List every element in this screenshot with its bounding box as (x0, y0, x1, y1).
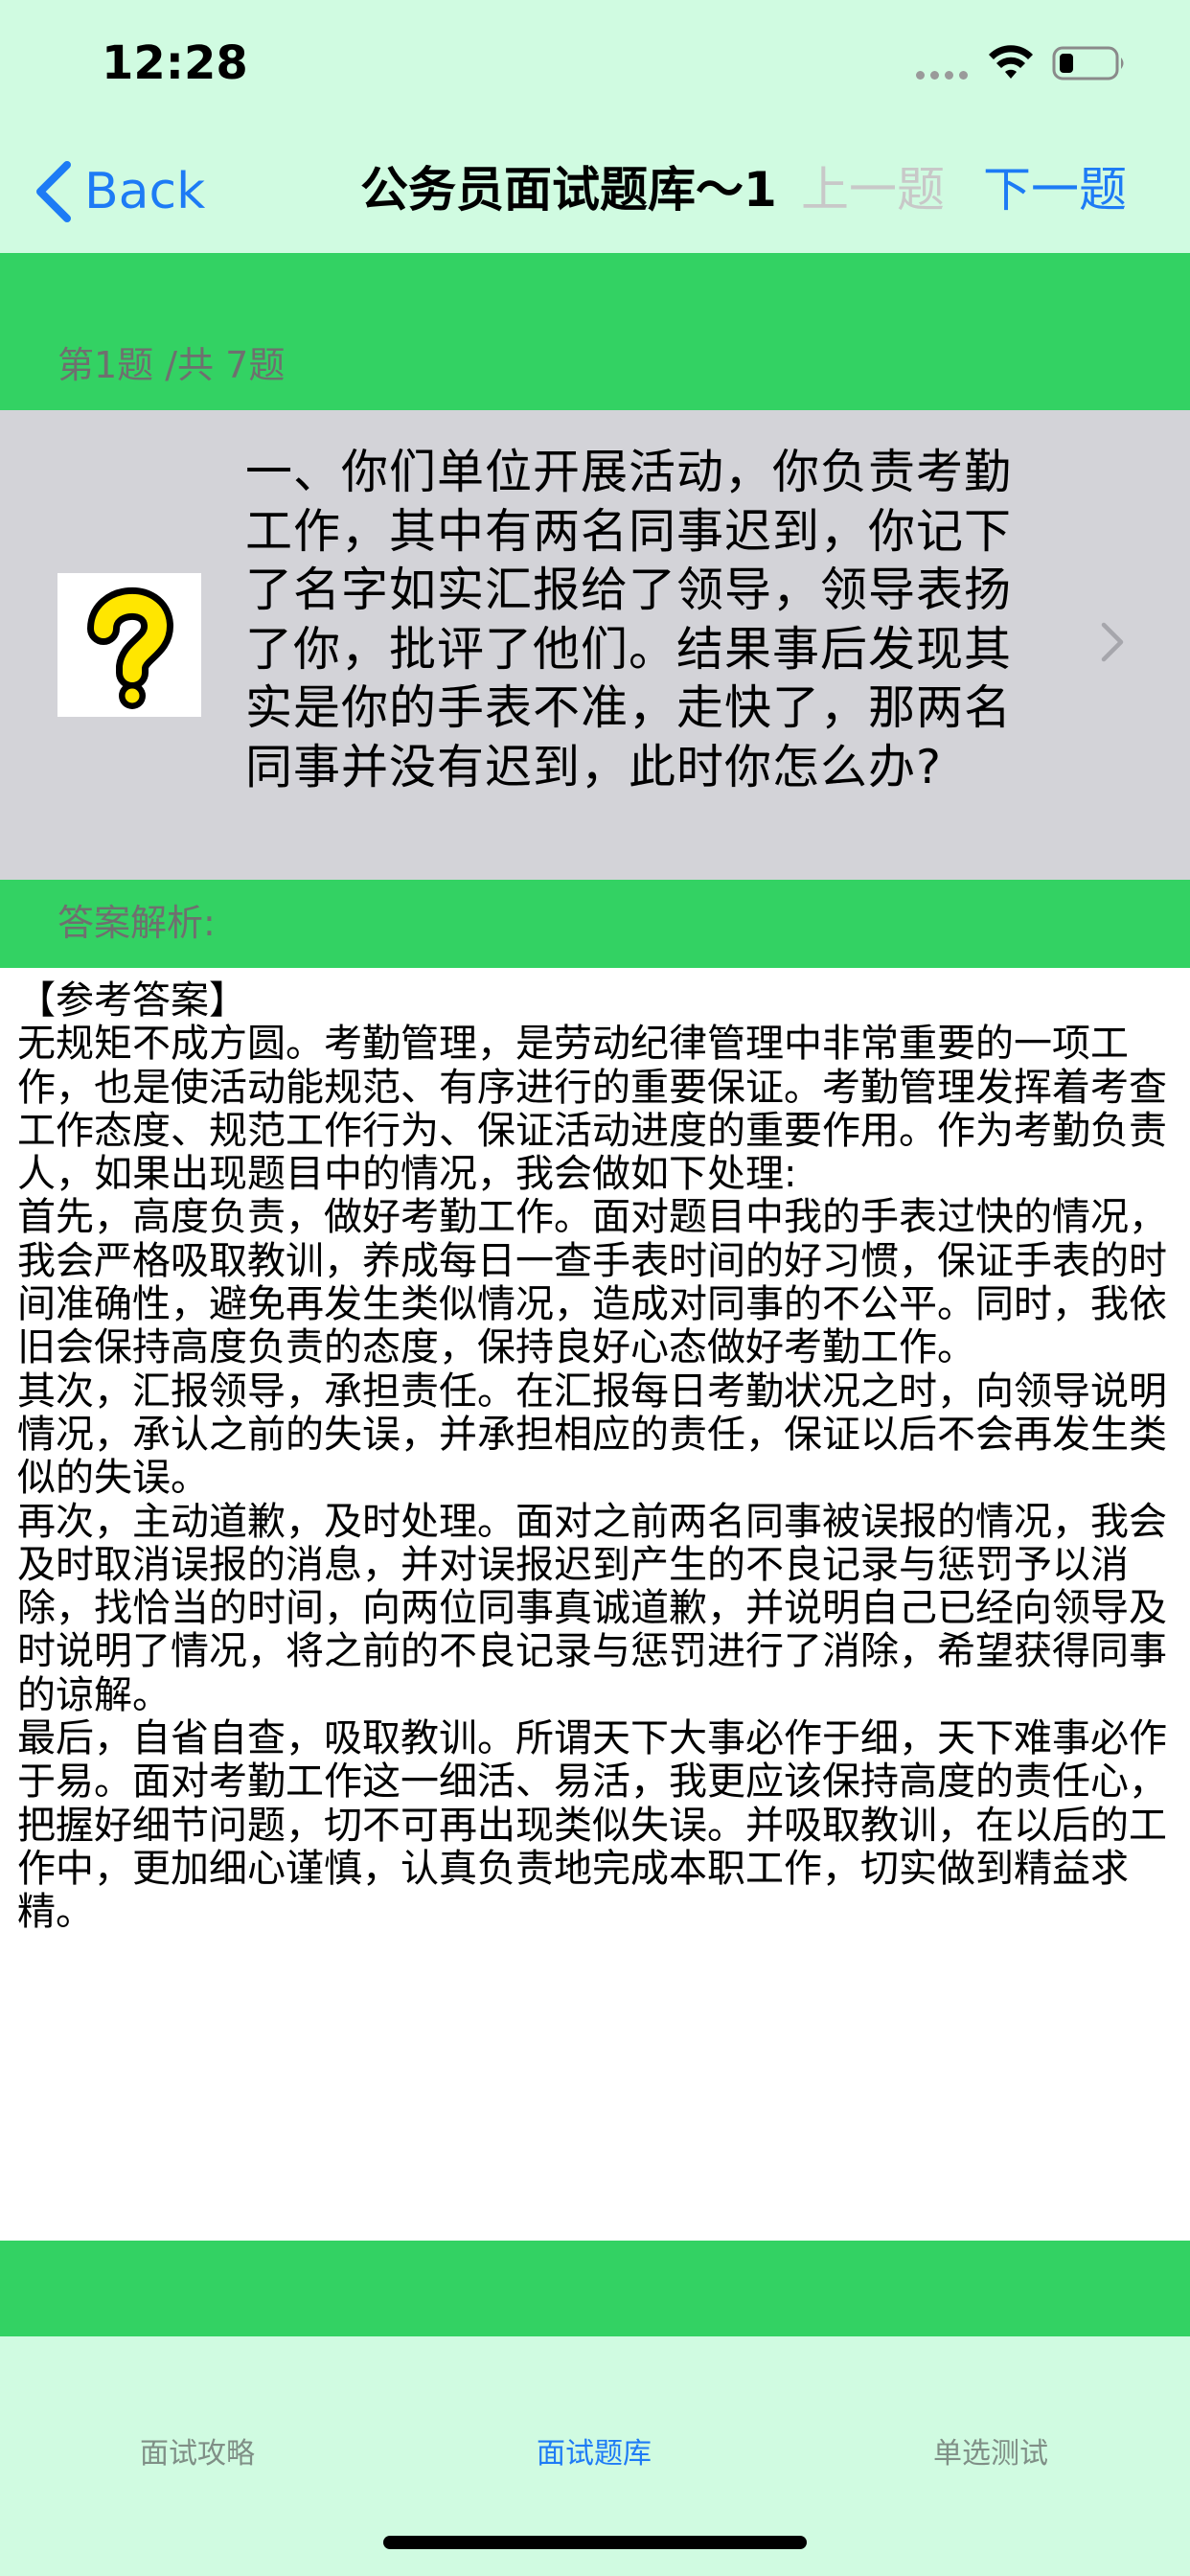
home-indicator (383, 2536, 807, 2549)
cellular-signal-icon (916, 71, 968, 80)
chevron-left-icon (36, 161, 71, 222)
chevron-right-icon (1101, 622, 1124, 662)
status-time: 12:28 (102, 36, 248, 90)
previous-question-button[interactable]: 上一题 (801, 156, 945, 223)
tab-question-bank[interactable]: 面试题库 (479, 2430, 709, 2478)
answer-text: 【参考答案】 无规矩不成方圆。考勤管理，是劳动纪律管理中非常重要的一项工作，也是… (17, 978, 1167, 1935)
tab-single-choice-test[interactable]: 单选测试 (876, 2430, 1106, 2478)
back-label: Back (84, 163, 206, 220)
answer-header: 答案解析: (57, 902, 216, 944)
question-mark-icon (57, 573, 201, 717)
back-button[interactable]: Back (33, 153, 205, 230)
wifi-icon (989, 45, 1033, 79)
tab-interview-strategy[interactable]: 面试攻略 (82, 2430, 312, 2478)
page-title: 公务员面试题库～1 (360, 162, 777, 218)
next-question-button[interactable]: 下一题 (983, 156, 1127, 223)
question-counter: 第1题 /共 7题 (57, 344, 286, 386)
question-text: 一、你们单位开展活动，你负责考勤工作，其中有两名同事迟到，你记下了名字如实汇报给… (245, 445, 1013, 794)
footer-band (0, 2241, 1190, 2336)
battery-icon (1052, 46, 1124, 80)
